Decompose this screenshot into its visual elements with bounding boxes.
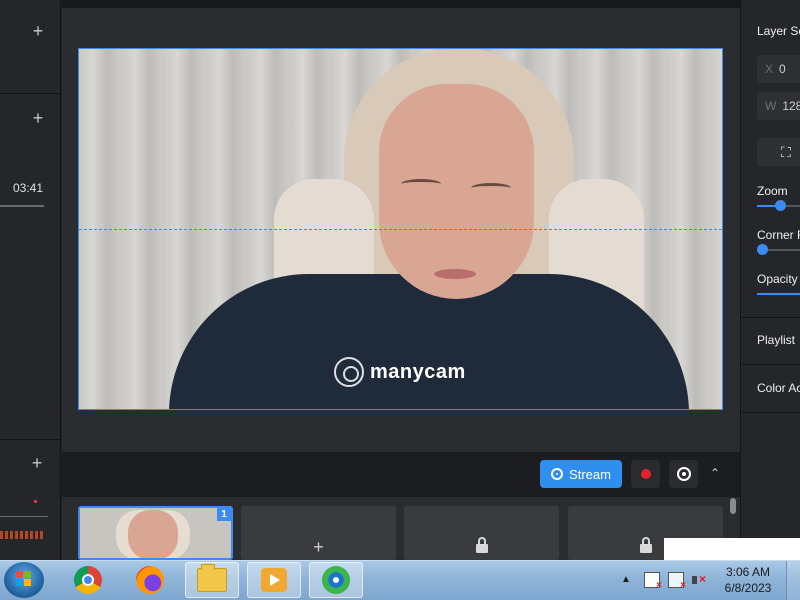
x-label: X bbox=[765, 62, 774, 76]
opacity-slider-fill bbox=[757, 293, 800, 295]
firefox-icon bbox=[136, 566, 164, 594]
windows-start-icon bbox=[16, 571, 32, 587]
manycam-app: + + 03:41 + manycam Stream ⌃ 1 + Layer S… bbox=[0, 0, 800, 560]
stream-icon bbox=[551, 468, 564, 480]
x-position-field[interactable]: X 0 bbox=[757, 55, 800, 83]
x-value: 0 bbox=[779, 62, 786, 76]
action-center-icon[interactable] bbox=[644, 572, 662, 591]
divider bbox=[0, 516, 48, 517]
top-bar bbox=[62, 0, 740, 8]
media-time: 03:41 bbox=[12, 181, 43, 195]
chrome-icon bbox=[74, 566, 102, 594]
preset-thumbnail bbox=[128, 510, 178, 558]
record-button[interactable] bbox=[631, 460, 660, 488]
layer-settings-title: Layer Se bbox=[757, 24, 800, 38]
snapshot-icon bbox=[676, 467, 691, 481]
audio-level-meter bbox=[0, 531, 46, 539]
divider bbox=[741, 364, 800, 365]
presets-scrollbar[interactable] bbox=[730, 498, 736, 514]
audio-indicator bbox=[34, 500, 37, 503]
add-plus-icon[interactable]: + bbox=[31, 22, 45, 40]
record-icon bbox=[640, 469, 651, 479]
corner-slider-knob[interactable] bbox=[757, 244, 768, 255]
preset-tile-1[interactable]: 1 bbox=[78, 506, 233, 560]
stream-button[interactable]: Stream bbox=[540, 460, 622, 488]
taskbar-chrome[interactable] bbox=[61, 562, 115, 598]
network-icon[interactable] bbox=[668, 572, 686, 591]
color-adjust-label[interactable]: Color Ac bbox=[757, 381, 800, 395]
add-preset-tile[interactable]: + bbox=[241, 506, 396, 560]
taskbar-media-player[interactable] bbox=[247, 562, 301, 598]
add-plus-icon[interactable]: + bbox=[30, 454, 44, 472]
snapshot-button[interactable] bbox=[669, 460, 698, 488]
crop-icon: ⛶ bbox=[781, 143, 791, 160]
chevron-up-icon[interactable]: ⌃ bbox=[708, 466, 722, 480]
media-player-icon bbox=[261, 568, 287, 592]
lock-icon bbox=[640, 537, 652, 554]
show-desktop-button[interactable] bbox=[786, 561, 800, 600]
w-label: W bbox=[765, 99, 777, 113]
manycam-logo-icon bbox=[334, 357, 364, 387]
watermark-text: manycam bbox=[370, 360, 466, 383]
progress-line[interactable] bbox=[0, 205, 44, 207]
video-subject-eye-left bbox=[401, 179, 441, 189]
left-panel: + + 03:41 + bbox=[0, 0, 61, 560]
zoom-slider-knob[interactable] bbox=[774, 200, 786, 211]
clock-time: 3:06 AM bbox=[725, 565, 771, 579]
playlist-label[interactable]: Playlist bbox=[757, 333, 795, 347]
divider bbox=[741, 317, 800, 318]
manycam-icon bbox=[322, 566, 350, 594]
taskbar-explorer[interactable] bbox=[185, 562, 239, 598]
right-panel: Layer Se X 0 W 128 ⛶ Zoom Corner R Opaci… bbox=[740, 0, 800, 560]
folder-icon bbox=[197, 564, 227, 592]
video-subject-mouth bbox=[434, 269, 476, 279]
width-field[interactable]: W 128 bbox=[757, 92, 800, 120]
left-section-1: + bbox=[0, 0, 61, 94]
start-button[interactable] bbox=[4, 562, 44, 598]
w-value: 128 bbox=[782, 99, 800, 113]
corner-radius-label: Corner R bbox=[757, 228, 800, 242]
manycam-watermark: manycam bbox=[334, 357, 466, 387]
video-subject-shirt bbox=[169, 274, 689, 409]
system-clock[interactable]: 3:06 AM 6/8/2023 bbox=[720, 564, 776, 596]
main-video-preview[interactable]: manycam bbox=[78, 48, 723, 410]
notification-popup bbox=[664, 538, 800, 560]
volume-icon[interactable] bbox=[691, 572, 707, 588]
show-hidden-icons[interactable]: ▲ bbox=[621, 574, 631, 585]
taskbar-manycam[interactable] bbox=[309, 562, 363, 598]
zoom-label: Zoom bbox=[757, 184, 788, 198]
taskbar-firefox[interactable] bbox=[123, 562, 177, 598]
stream-label: Stream bbox=[569, 466, 611, 482]
clock-date: 6/8/2023 bbox=[724, 581, 772, 595]
center-guide-line bbox=[79, 229, 722, 230]
divider bbox=[741, 412, 800, 413]
plus-icon: + bbox=[313, 537, 324, 557]
preset-number-badge: 1 bbox=[217, 508, 231, 521]
video-subject-eye-right bbox=[471, 183, 511, 193]
add-plus-icon[interactable]: + bbox=[31, 109, 45, 127]
lock-icon bbox=[476, 537, 488, 554]
locked-preset-tile[interactable] bbox=[404, 506, 559, 560]
crop-button[interactable]: ⛶ bbox=[757, 138, 800, 166]
opacity-label: Opacity bbox=[757, 272, 798, 286]
left-section-2: + bbox=[0, 94, 61, 440]
